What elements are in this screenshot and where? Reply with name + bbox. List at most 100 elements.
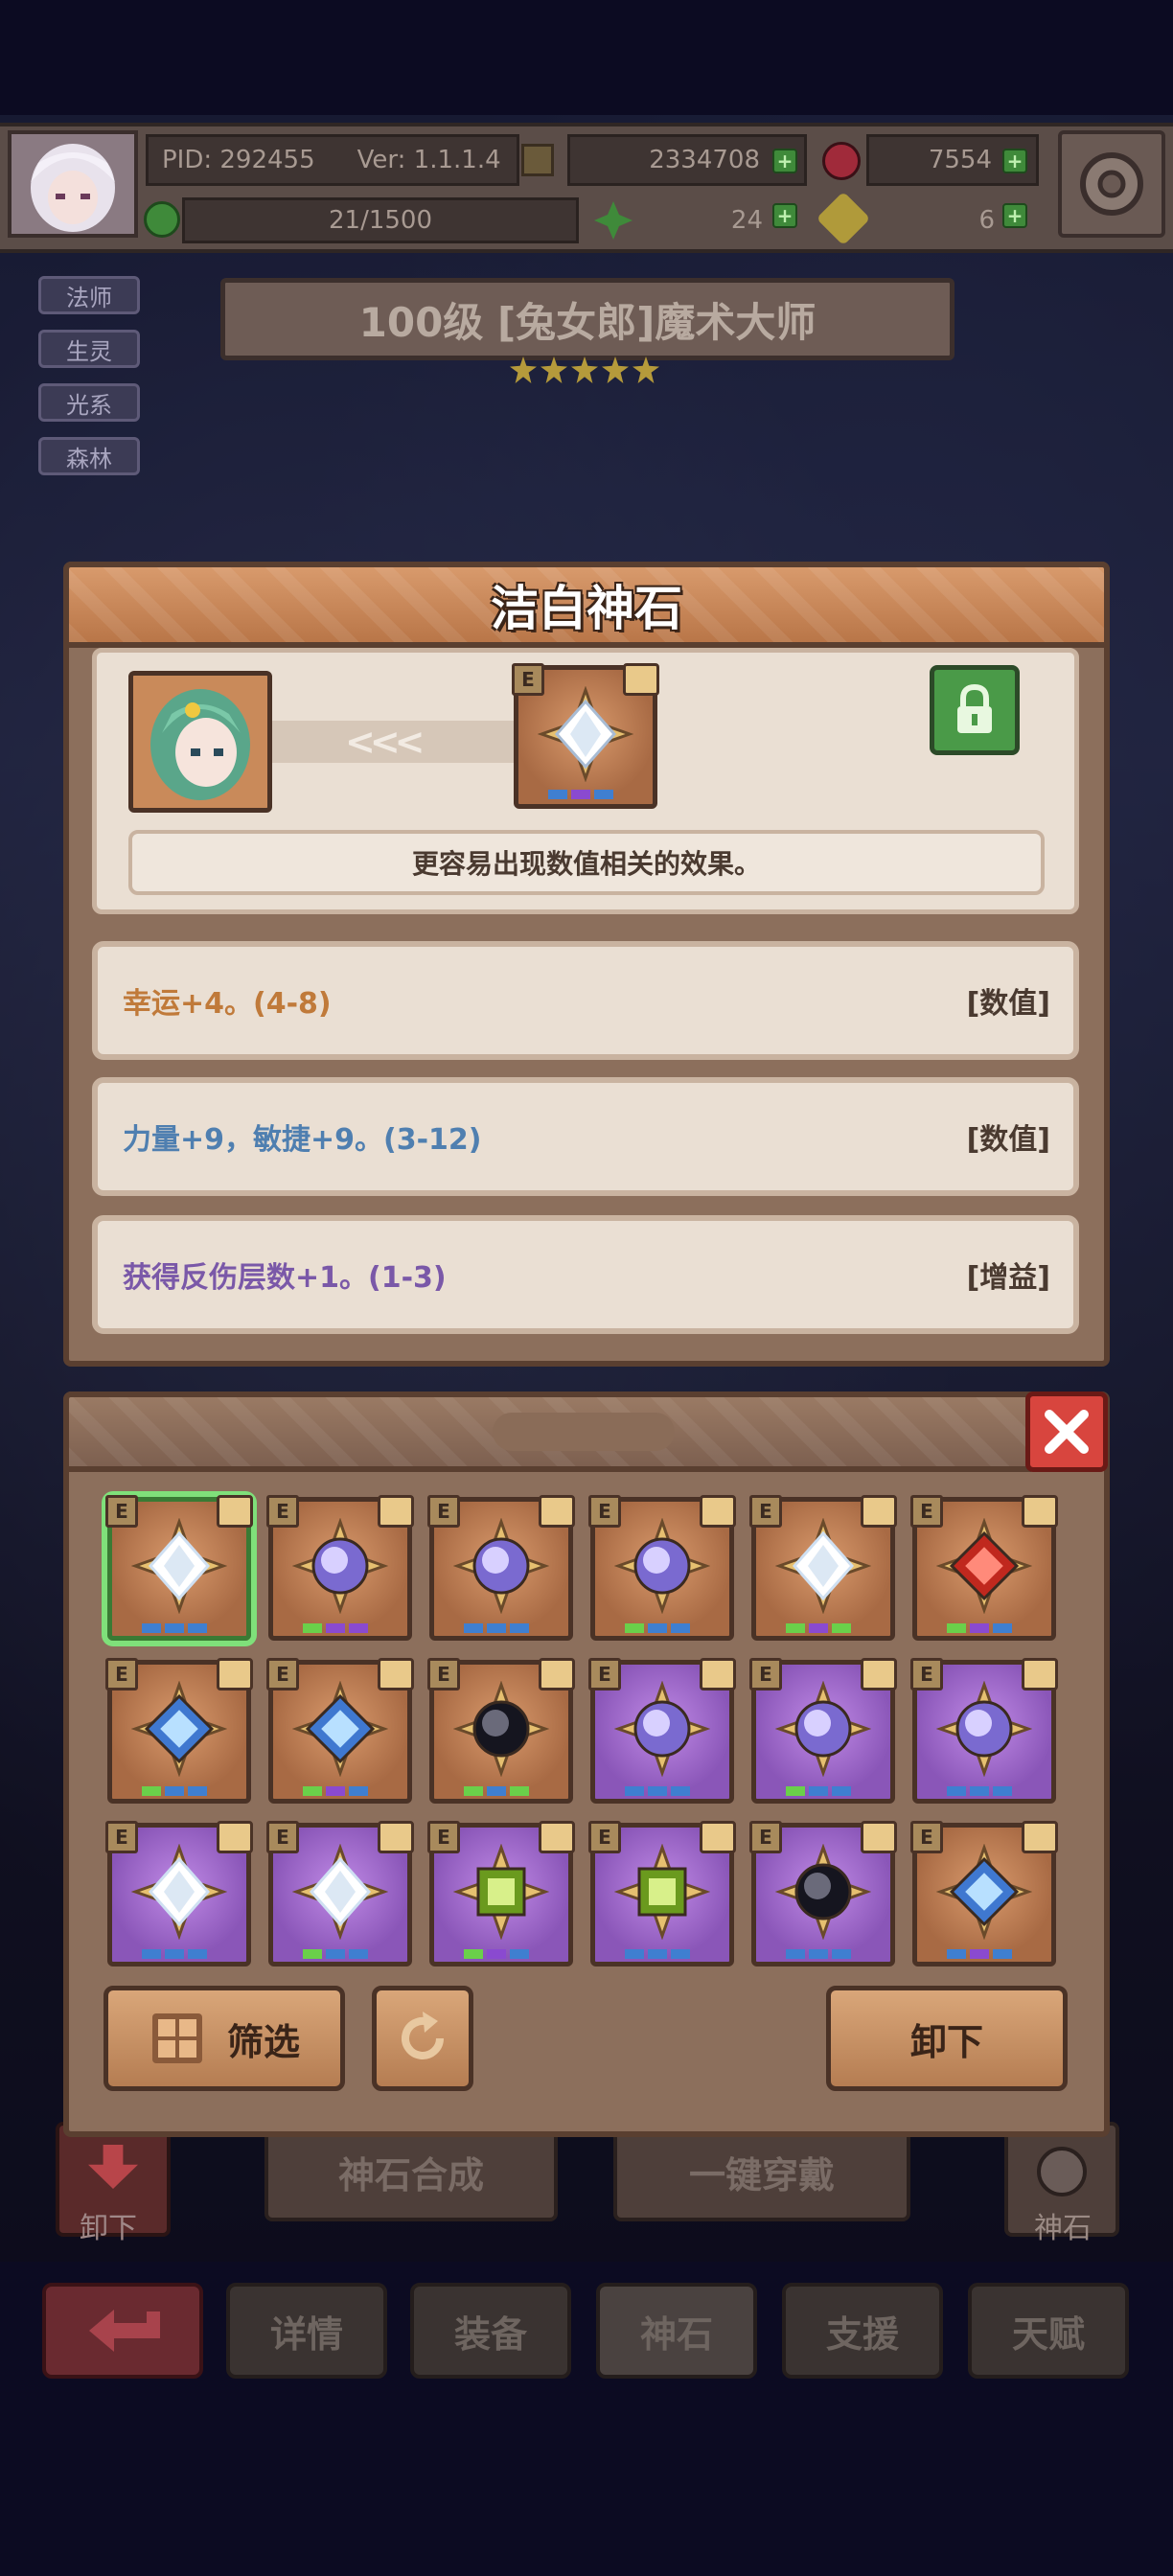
- effect-type: [数值]: [966, 987, 1050, 1021]
- violet-gem-icon: [936, 1681, 1032, 1777]
- transfer-chevrons-icon: <<<: [345, 721, 426, 763]
- gem-slot-8[interactable]: E: [266, 1658, 414, 1804]
- gem-slot-3[interactable]: E: [427, 1495, 575, 1641]
- gem-slot-10[interactable]: E: [588, 1658, 736, 1804]
- nav-details[interactable]: 详情: [226, 2283, 387, 2379]
- socket-dot: [832, 1623, 851, 1633]
- close-icon: [1045, 1410, 1089, 1454]
- socket-dot: [188, 1786, 207, 1796]
- socket-dot: [303, 1786, 322, 1796]
- grade-badge: E: [427, 1658, 460, 1690]
- add-gold-button[interactable]: +: [772, 149, 797, 173]
- socket-dot: [510, 1623, 529, 1633]
- socket-dots: [625, 1949, 690, 1959]
- socket-dot: [326, 1949, 345, 1959]
- socket-dot: [487, 1786, 506, 1796]
- key-value: 6: [978, 206, 995, 235]
- refresh-button[interactable]: [372, 1986, 473, 2091]
- socket-dot: [303, 1623, 322, 1633]
- tag-element: 光系: [38, 383, 140, 422]
- add-clover-button[interactable]: +: [772, 203, 797, 228]
- gem-slot-16[interactable]: E: [588, 1821, 736, 1966]
- socket-dots: [464, 1623, 529, 1633]
- green-gem-icon: [453, 1844, 549, 1940]
- white-gem-icon: [131, 1844, 227, 1940]
- gem-slot-9[interactable]: E: [427, 1658, 575, 1804]
- socket-dot: [165, 1949, 184, 1959]
- header-pill: [493, 1413, 675, 1451]
- lock-toggle-button[interactable]: [930, 665, 1020, 755]
- violet-gem-icon: [614, 1681, 710, 1777]
- selected-gem[interactable]: E: [512, 663, 659, 809]
- gem-slot-15[interactable]: E: [427, 1821, 575, 1966]
- gem-slot-1[interactable]: E: [105, 1495, 253, 1641]
- socket-dot: [993, 1786, 1012, 1796]
- socket-dot: [832, 1786, 851, 1796]
- white-gem-icon: [292, 1844, 388, 1940]
- player-avatar[interactable]: [8, 130, 138, 238]
- grid-filter-icon: [151, 2013, 202, 2063]
- socket-dot: [947, 1786, 966, 1796]
- grade-badge: E: [266, 1495, 299, 1528]
- add-gem-button[interactable]: +: [1002, 149, 1027, 173]
- white-gem-icon: [131, 1518, 227, 1614]
- equipped-hero-portrait[interactable]: [128, 671, 272, 813]
- grade-badge: E: [427, 1821, 460, 1853]
- nav-talent[interactable]: 天赋: [968, 2283, 1129, 2379]
- socket-dot: [487, 1949, 506, 1959]
- filter-button[interactable]: 筛选: [104, 1986, 345, 2091]
- lock-small-icon: [217, 1821, 253, 1853]
- black-gem-icon: [453, 1681, 549, 1777]
- clover-value: 24: [730, 206, 763, 235]
- nav-support[interactable]: 支援: [782, 2283, 943, 2379]
- return-arrow-icon: [89, 2310, 160, 2352]
- lock-small-icon: [623, 663, 659, 696]
- gem-slot-14[interactable]: E: [266, 1821, 414, 1966]
- lock-small-icon: [861, 1495, 897, 1528]
- socket-dot: [786, 1949, 805, 1959]
- nav-equipment-label: 装备: [453, 2312, 527, 2356]
- gem-slot-12[interactable]: E: [910, 1658, 1058, 1804]
- settings-button[interactable]: [1058, 130, 1165, 238]
- effect-type: [数值]: [966, 1123, 1050, 1157]
- lock-small-icon: [1022, 1821, 1058, 1853]
- socket-dots: [947, 1623, 1012, 1633]
- gem-slot-2[interactable]: E: [266, 1495, 414, 1641]
- socket-dot: [809, 1623, 828, 1633]
- white-gem-icon: [775, 1518, 871, 1614]
- avatar-icon: [12, 134, 134, 234]
- synthesis-label: 神石合成: [337, 2153, 484, 2196]
- socket-dot: [648, 1786, 667, 1796]
- grade-badge: E: [749, 1658, 782, 1690]
- pid-text: PID: 292455: [162, 146, 315, 174]
- gem-slot-7[interactable]: E: [105, 1658, 253, 1804]
- gem-slot-4[interactable]: E: [588, 1495, 736, 1641]
- down-arrow-icon: [88, 2145, 138, 2189]
- nav-godstone-label: 神石: [639, 2312, 713, 2356]
- socket-dot: [671, 1786, 690, 1796]
- socket-dot: [165, 1623, 184, 1633]
- stamina-value: 21/1500: [328, 206, 432, 235]
- blue-gem-icon: [292, 1681, 388, 1777]
- gem-slot-11[interactable]: E: [749, 1658, 897, 1804]
- socket-dots: [142, 1623, 207, 1633]
- gem-slot-18[interactable]: E: [910, 1821, 1058, 1966]
- gem-slot-5[interactable]: E: [749, 1495, 897, 1641]
- tag-habitat: 森林: [38, 437, 140, 475]
- equip-all-label: 一键穿戴: [688, 2153, 835, 2196]
- gem-slot-17[interactable]: E: [749, 1821, 897, 1966]
- nav-equipment[interactable]: 装备: [410, 2283, 571, 2379]
- back-button[interactable]: [42, 2283, 203, 2379]
- close-button[interactable]: [1025, 1392, 1108, 1472]
- gem-slot-6[interactable]: E: [910, 1495, 1058, 1641]
- socket-dot: [970, 1949, 989, 1959]
- black-gem-icon: [775, 1844, 871, 1940]
- lock-small-icon: [539, 1495, 575, 1528]
- unequip-button[interactable]: 卸下: [826, 1986, 1068, 2091]
- gem-slot-13[interactable]: E: [105, 1821, 253, 1966]
- socket-dot: [809, 1949, 828, 1959]
- nav-godstone[interactable]: 神石: [596, 2283, 757, 2379]
- effect-text: 力量+9，敏捷+9。(3-12): [123, 1123, 482, 1157]
- add-key-button[interactable]: +: [1002, 203, 1027, 228]
- socket-dots: [786, 1949, 851, 1959]
